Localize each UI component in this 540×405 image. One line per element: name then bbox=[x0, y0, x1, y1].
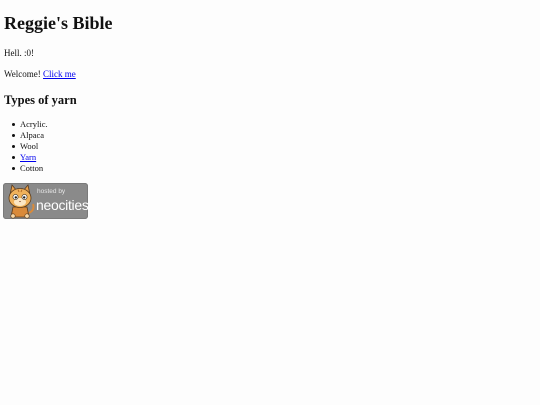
yarn-heading: Types of yarn bbox=[4, 93, 77, 107]
badge-neocities-text: neocities bbox=[36, 197, 88, 213]
bullet-icon bbox=[12, 123, 15, 126]
bullet-icon bbox=[12, 156, 15, 159]
page: Reggie's Bible Hell. :0! Welcome! Click … bbox=[0, 0, 540, 405]
yarn-list: Acrylic. Alpaca Wool Yarn Cotton bbox=[4, 119, 48, 174]
welcome-line: Welcome! Click me bbox=[4, 68, 76, 80]
list-item-cotton: Cotton bbox=[4, 163, 48, 174]
neocities-cat-icon bbox=[8, 184, 35, 219]
page-title: Reggie's Bible bbox=[4, 13, 113, 33]
bullet-icon bbox=[12, 134, 15, 137]
hosted-by-neocities-badge[interactable]: hosted by neocities bbox=[3, 183, 88, 219]
bullet-icon bbox=[12, 145, 15, 148]
click-me-link[interactable]: Click me bbox=[43, 69, 76, 79]
bullet-icon bbox=[12, 167, 15, 170]
list-item-label: Alpaca bbox=[20, 130, 45, 140]
badge-hosted-by-text: hosted by bbox=[37, 188, 66, 195]
welcome-text: Welcome! bbox=[4, 69, 44, 79]
greeting-text: Hell. :0! bbox=[4, 48, 34, 58]
list-item-wool: Wool bbox=[4, 141, 48, 152]
list-item-acrylic: Acrylic. bbox=[4, 119, 48, 130]
list-item-label: Cotton bbox=[20, 163, 44, 173]
list-item-alpaca: Alpaca bbox=[4, 130, 48, 141]
list-item-label: Wool bbox=[20, 141, 39, 151]
list-item-label: Acrylic. bbox=[20, 119, 48, 129]
list-item-yarn: Yarn bbox=[4, 152, 48, 163]
yarn-link[interactable]: Yarn bbox=[20, 152, 36, 162]
